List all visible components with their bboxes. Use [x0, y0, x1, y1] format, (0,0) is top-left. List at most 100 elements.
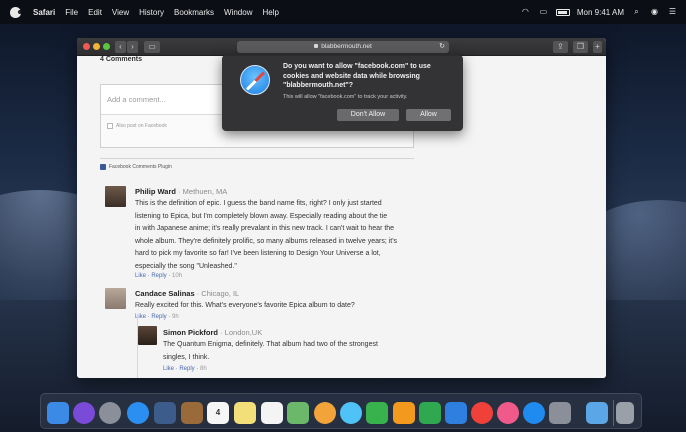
messages-icon[interactable]: [340, 402, 362, 424]
also-post-option[interactable]: Also post on Facebook: [107, 123, 167, 129]
reply-thread-line: [137, 314, 138, 378]
new-tab-button[interactable]: +: [593, 41, 602, 53]
sidebar-icon: ▭: [148, 42, 156, 51]
minimize-window-button[interactable]: [93, 43, 100, 50]
menu-app-name[interactable]: Safari: [28, 8, 60, 17]
battery-icon[interactable]: [555, 8, 570, 16]
author-name[interactable]: Philip Ward: [135, 187, 176, 196]
share-button[interactable]: ⇪: [553, 41, 568, 53]
comment-line: whole album. They're definitely prolific…: [135, 237, 398, 245]
siri-icon[interactable]: [73, 402, 95, 424]
safari-icon[interactable]: [127, 402, 149, 424]
comment-actions[interactable]: Like · Reply · 8h: [163, 366, 207, 372]
forward-button[interactable]: ›: [127, 41, 138, 53]
sidebar-button[interactable]: ▭: [144, 41, 160, 53]
dont-allow-button[interactable]: Don't Allow: [337, 109, 399, 121]
reload-icon[interactable]: ↻: [439, 41, 445, 53]
allow-button[interactable]: Allow: [406, 109, 451, 121]
system-preferences-icon[interactable]: [549, 402, 571, 424]
comment-actions[interactable]: Like · Reply · 9h: [135, 314, 179, 320]
wifi-icon[interactable]: ◠: [520, 8, 531, 16]
also-post-checkbox[interactable]: [107, 123, 113, 129]
menu-edit[interactable]: Edit: [83, 8, 107, 17]
lock-icon: [314, 44, 319, 49]
dock-separator: [613, 400, 614, 426]
photo-booth-icon[interactable]: [154, 402, 176, 424]
divider: [100, 158, 414, 159]
comment-line: The Quantum Enigma, definitely. That alb…: [163, 341, 378, 348]
menu-help[interactable]: Help: [257, 8, 283, 17]
menu-list-icon[interactable]: ☰: [667, 8, 678, 16]
calendar-icon[interactable]: 4: [207, 402, 229, 424]
launchpad-icon[interactable]: [99, 402, 121, 424]
comment-author[interactable]: Candace Salinas · Chicago, IL: [135, 289, 239, 298]
comment-text: The Quantum Enigma, definitely. That alb…: [163, 339, 378, 364]
news-icon[interactable]: [471, 402, 493, 424]
comments-count: 4 Comments: [100, 56, 143, 63]
comment-line: Really excited for this. What's everyone…: [135, 302, 355, 309]
comment-text: This is the definition of epic. I guess …: [135, 198, 397, 273]
keynote-icon[interactable]: [445, 402, 467, 424]
photos-icon[interactable]: [314, 402, 336, 424]
finder-icon[interactable]: [47, 402, 69, 424]
downloads-folder-icon[interactable]: [586, 402, 608, 424]
siri-icon[interactable]: ◉: [649, 8, 660, 16]
comment-line: listening to Epica, but I'm completely b…: [135, 212, 388, 220]
address-bar[interactable]: blabbermouth.net ↻: [237, 41, 449, 53]
close-window-button[interactable]: [83, 43, 90, 50]
app-store-icon[interactable]: [523, 402, 545, 424]
comment-text: Really excited for this. What's everyone…: [135, 300, 355, 313]
comment-time: 10h: [172, 273, 183, 279]
comment-actions[interactable]: Like · Reply · 10h: [135, 273, 182, 279]
comment-time: 9h: [172, 314, 179, 320]
menu-window[interactable]: Window: [219, 8, 257, 17]
plus-icon: +: [595, 42, 600, 51]
notebook-icon[interactable]: [181, 402, 203, 424]
comment-author[interactable]: Philip Ward · Methuen, MA: [135, 187, 227, 196]
author-name[interactable]: Simon Pickford: [163, 328, 218, 337]
itunes-icon[interactable]: [497, 402, 519, 424]
numbers-icon[interactable]: [419, 402, 441, 424]
author-name[interactable]: Candace Salinas: [135, 289, 195, 298]
maps-icon[interactable]: [287, 402, 309, 424]
share-icon: ⇪: [557, 42, 564, 51]
avatar[interactable]: [105, 186, 126, 207]
like-reply-links[interactable]: Like · Reply ·: [135, 314, 172, 320]
author-location: · London,UK: [218, 328, 263, 337]
cookie-permission-dialog: Do you want to allow "facebook.com" to u…: [222, 55, 463, 131]
dock: 4: [40, 393, 642, 429]
like-reply-links[interactable]: Like · Reply ·: [163, 366, 200, 372]
menu-bar: Safari File Edit View History Bookmarks …: [0, 0, 686, 24]
search-icon[interactable]: ⌕: [631, 8, 642, 16]
comment-line: especially the song "Unleashed.": [135, 262, 237, 270]
menu-clock[interactable]: Mon 9:41 AM: [577, 8, 624, 17]
comment-author[interactable]: Simon Pickford · London,UK: [163, 328, 262, 337]
dialog-subtitle: This will allow "facebook.com" to track …: [283, 94, 408, 100]
menu-file[interactable]: File: [60, 8, 83, 17]
pages-icon[interactable]: [393, 402, 415, 424]
dialog-title: Do you want to allow "facebook.com" to u…: [283, 63, 431, 89]
author-location: · Methuen, MA: [175, 187, 228, 196]
comment-line: This is the definition of epic. I guess …: [135, 200, 382, 207]
avatar[interactable]: [138, 326, 157, 345]
trash-icon[interactable]: [616, 402, 634, 424]
safari-compass-icon: [240, 65, 270, 95]
reminders-icon[interactable]: [261, 402, 283, 424]
author-location: · Chicago, IL: [194, 289, 240, 298]
notes-icon[interactable]: [234, 402, 256, 424]
back-button[interactable]: ‹: [115, 41, 126, 53]
menu-view[interactable]: View: [107, 8, 134, 17]
menu-bookmarks[interactable]: Bookmarks: [169, 8, 219, 17]
apple-icon[interactable]: [10, 6, 22, 18]
facetime-icon[interactable]: [366, 402, 388, 424]
menu-history[interactable]: History: [134, 8, 169, 17]
facebook-plugin-link[interactable]: Facebook Comments Plugin: [100, 164, 172, 170]
like-reply-links[interactable]: Like · Reply ·: [135, 273, 172, 279]
fullscreen-window-button[interactable]: [103, 43, 110, 50]
status-area: ◠ ▭ Mon 9:41 AM ⌕ ◉ ☰: [520, 0, 678, 24]
airplay-icon[interactable]: ▭: [538, 8, 549, 16]
browser-toolbar: ‹ › ▭ blabbermouth.net ↻ ⇪ ❐ +: [77, 38, 606, 56]
avatar[interactable]: [105, 288, 126, 309]
plugin-label: Facebook Comments Plugin: [109, 164, 172, 170]
tabs-button[interactable]: ❐: [573, 41, 588, 53]
